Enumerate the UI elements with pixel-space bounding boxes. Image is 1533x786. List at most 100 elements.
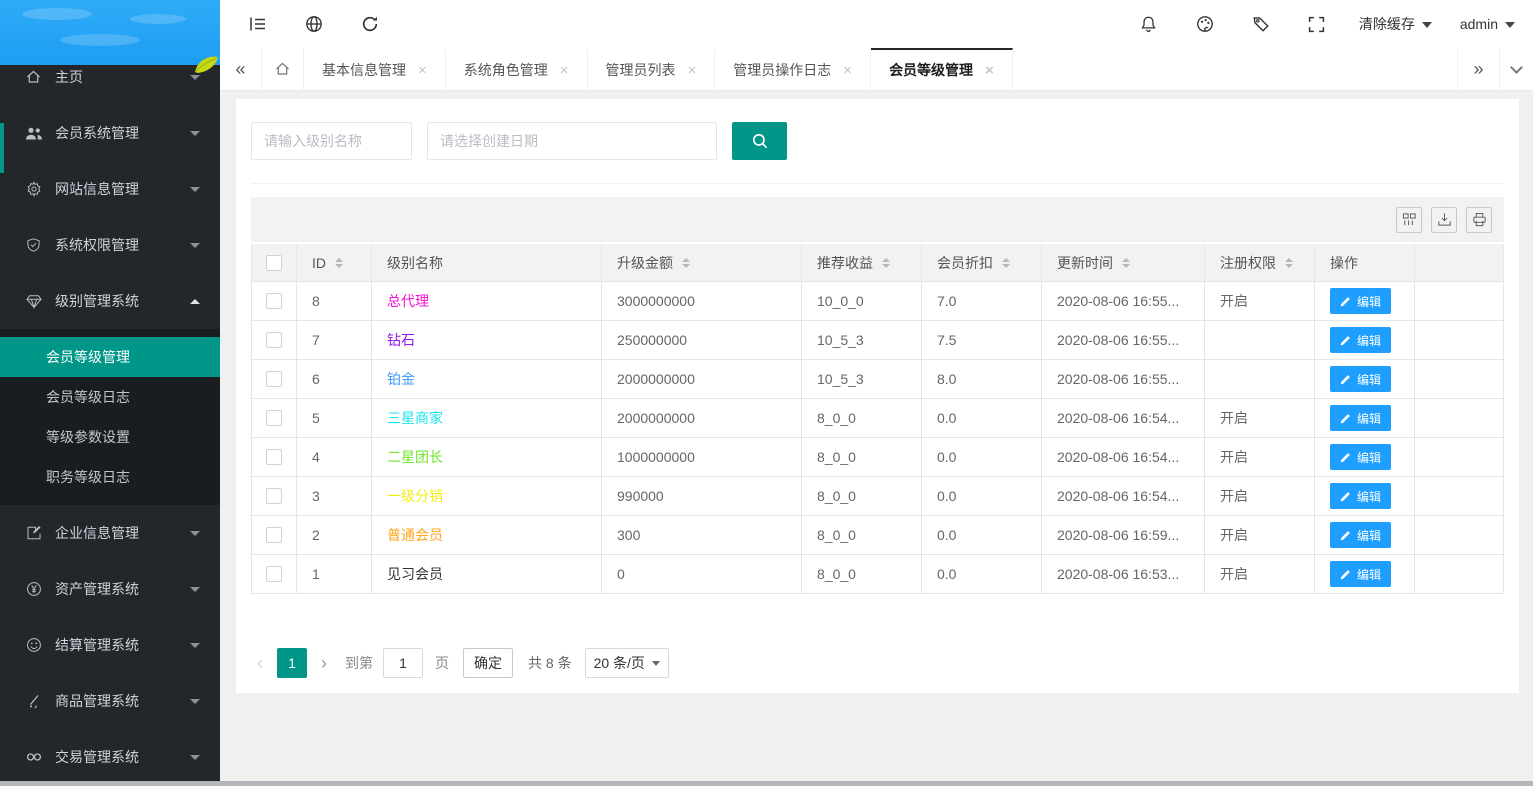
sidebar-subitem-4-0[interactable]: 会员等级管理 bbox=[0, 337, 220, 377]
cell-action: 编辑 bbox=[1315, 282, 1415, 320]
row-checkbox[interactable] bbox=[266, 332, 282, 348]
sidebar-item-9[interactable]: 交易管理系统 bbox=[0, 729, 220, 785]
horizontal-scrollbar[interactable] bbox=[0, 781, 1533, 786]
export-button[interactable] bbox=[1431, 207, 1457, 233]
sidebar-item-5[interactable]: 企业信息管理 bbox=[0, 505, 220, 561]
sidebar-subitem-4-3[interactable]: 职务等级日志 bbox=[0, 457, 220, 497]
filter-columns-button[interactable] bbox=[1396, 207, 1422, 233]
clear-cache-dropdown[interactable]: 清除缓存 bbox=[1359, 14, 1432, 34]
sidebar-item-8[interactable]: 商品管理系统 bbox=[0, 673, 220, 729]
tab-close-icon[interactable]: × bbox=[843, 63, 852, 78]
cell-updated: 2020-08-06 16:54... bbox=[1042, 438, 1205, 476]
sidebar-item-label: 商品管理系统 bbox=[55, 691, 190, 711]
edit-button[interactable]: 编辑 bbox=[1330, 366, 1391, 392]
sidebar-item-7[interactable]: 结算管理系统 bbox=[0, 617, 220, 673]
level-name-link[interactable]: 二星团长 bbox=[387, 447, 443, 467]
row-checkbox[interactable] bbox=[266, 488, 282, 504]
gear-icon bbox=[24, 181, 43, 197]
edit-button[interactable]: 编辑 bbox=[1330, 288, 1391, 314]
refresh-icon[interactable] bbox=[342, 0, 398, 48]
tab-close-icon[interactable]: × bbox=[985, 63, 994, 78]
per-page-select[interactable]: 20 条/页 bbox=[585, 648, 669, 678]
sidebar-item-3[interactable]: 系统权限管理 bbox=[0, 217, 220, 273]
sidebar-item-1[interactable]: 会员系统管理 bbox=[0, 105, 220, 161]
prev-page-button[interactable]: ‹ bbox=[251, 654, 269, 672]
sort-icon[interactable] bbox=[1002, 258, 1010, 268]
tab-close-icon[interactable]: × bbox=[418, 63, 427, 78]
sidebar-scrollbar[interactable] bbox=[0, 123, 4, 173]
column-header-discount[interactable]: 会员折扣 bbox=[922, 244, 1042, 281]
edit-button[interactable]: 编辑 bbox=[1330, 405, 1391, 431]
fullscreen-icon[interactable] bbox=[1289, 0, 1345, 48]
bell-icon[interactable] bbox=[1121, 0, 1177, 48]
goto-page-input[interactable] bbox=[383, 648, 423, 678]
level-name-link[interactable]: 铂金 bbox=[387, 369, 415, 389]
tab-home[interactable] bbox=[262, 48, 304, 90]
globe-icon[interactable] bbox=[286, 0, 342, 48]
column-header-updated[interactable]: 更新时间 bbox=[1042, 244, 1205, 281]
tab-3[interactable]: 管理员操作日志× bbox=[715, 48, 871, 90]
tab-2[interactable]: 管理员列表× bbox=[588, 48, 716, 90]
select-all-checkbox[interactable] bbox=[266, 255, 282, 271]
cell-action: 编辑 bbox=[1315, 399, 1415, 437]
row-checkbox[interactable] bbox=[266, 527, 282, 543]
edit-button[interactable]: 编辑 bbox=[1330, 522, 1391, 548]
sort-icon[interactable] bbox=[1285, 258, 1293, 268]
tab-1[interactable]: 系统角色管理× bbox=[446, 48, 588, 90]
tab-close-icon[interactable]: × bbox=[688, 63, 697, 78]
edit-button[interactable]: 编辑 bbox=[1330, 327, 1391, 353]
cell-register: 开启 bbox=[1205, 438, 1315, 476]
sidebar-subitem-4-1[interactable]: 会员等级日志 bbox=[0, 377, 220, 417]
collapse-sidebar-icon[interactable] bbox=[230, 0, 286, 48]
search-button[interactable] bbox=[732, 122, 787, 160]
topbar-right-group: 清除缓存 admin bbox=[1121, 0, 1533, 48]
sidebar-item-4[interactable]: 级别管理系统 bbox=[0, 273, 220, 329]
column-header-referral[interactable]: 推荐收益 bbox=[802, 244, 922, 281]
column-header-select[interactable] bbox=[252, 244, 297, 281]
row-checkbox[interactable] bbox=[266, 449, 282, 465]
sort-icon[interactable] bbox=[1122, 258, 1130, 268]
goto-confirm-button[interactable]: 确定 bbox=[463, 648, 513, 678]
edit-button[interactable]: 编辑 bbox=[1330, 483, 1391, 509]
level-name-input[interactable] bbox=[251, 122, 412, 160]
edit-button[interactable]: 编辑 bbox=[1330, 444, 1391, 470]
row-checkbox[interactable] bbox=[266, 566, 282, 582]
column-header-label: ID bbox=[312, 255, 326, 271]
column-header-amount[interactable]: 升级金额 bbox=[602, 244, 802, 281]
current-page-button[interactable]: 1 bbox=[277, 648, 307, 678]
tag-icon[interactable] bbox=[1233, 0, 1289, 48]
row-checkbox[interactable] bbox=[266, 293, 282, 309]
create-date-input[interactable] bbox=[427, 122, 717, 160]
tab-4[interactable]: 会员等级管理× bbox=[871, 48, 1013, 90]
tab-0[interactable]: 基本信息管理× bbox=[304, 48, 446, 90]
tab-close-icon[interactable]: × bbox=[560, 63, 569, 78]
home-icon bbox=[274, 61, 291, 77]
tabs-menu-button[interactable] bbox=[1499, 48, 1533, 90]
sort-icon[interactable] bbox=[682, 258, 690, 268]
sidebar-item-2[interactable]: 网站信息管理 bbox=[0, 161, 220, 217]
sort-icon[interactable] bbox=[335, 258, 343, 268]
table-body: 8总代理300000000010_0_07.02020-08-06 16:55.… bbox=[252, 282, 1504, 594]
next-page-button[interactable]: › bbox=[315, 654, 333, 672]
level-name-link[interactable]: 总代理 bbox=[387, 291, 429, 311]
theme-palette-icon[interactable] bbox=[1177, 0, 1233, 48]
level-name-link[interactable]: 钻石 bbox=[387, 330, 415, 350]
tabs-scroll-left-button[interactable]: « bbox=[220, 48, 262, 90]
row-checkbox[interactable] bbox=[266, 371, 282, 387]
sort-icon[interactable] bbox=[882, 258, 890, 268]
level-name-link[interactable]: 普通会员 bbox=[387, 525, 443, 545]
row-checkbox[interactable] bbox=[266, 410, 282, 426]
level-name-link[interactable]: 三星商家 bbox=[387, 408, 443, 428]
column-header-id[interactable]: ID bbox=[297, 244, 372, 281]
tabs-scroll-right-button[interactable]: » bbox=[1457, 48, 1499, 90]
level-name-link[interactable]: 见习会员 bbox=[387, 564, 443, 584]
level-name-link[interactable]: 一级分销 bbox=[387, 486, 443, 506]
sidebar-item-6[interactable]: 资产管理系统 bbox=[0, 561, 220, 617]
user-dropdown[interactable]: admin bbox=[1460, 16, 1515, 32]
edit-button[interactable]: 编辑 bbox=[1330, 561, 1391, 587]
print-button[interactable] bbox=[1466, 207, 1492, 233]
note-edit-icon bbox=[24, 525, 43, 541]
pencil-icon bbox=[1340, 334, 1352, 346]
column-header-register[interactable]: 注册权限 bbox=[1205, 244, 1315, 281]
sidebar-subitem-4-2[interactable]: 等级参数设置 bbox=[0, 417, 220, 457]
